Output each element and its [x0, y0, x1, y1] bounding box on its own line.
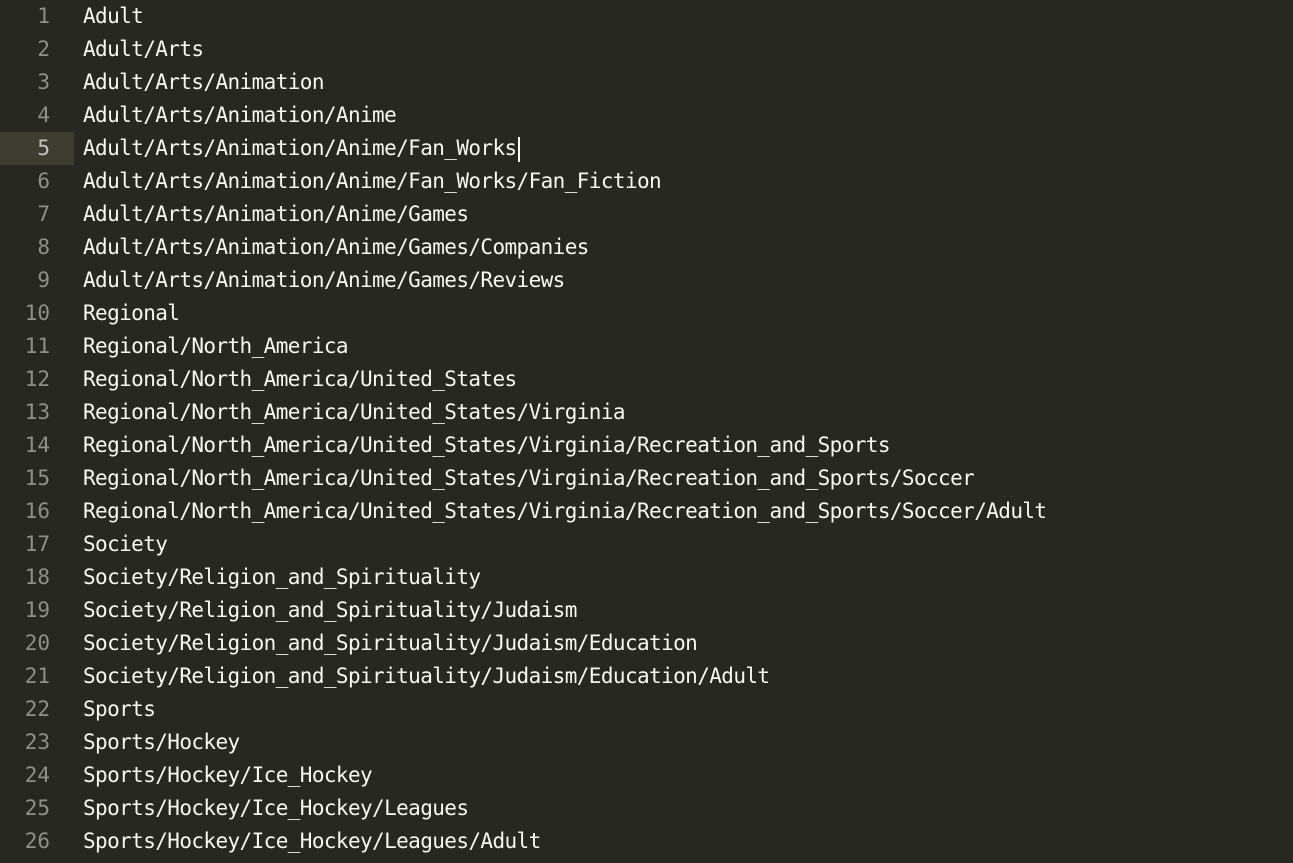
line-text[interactable]: Regional/North_America/United_States/Vir…: [83, 429, 890, 462]
line-text[interactable]: Adult/Arts/Animation/Anime/Games: [83, 198, 469, 231]
line-number: 23: [24, 730, 50, 754]
line-number: 17: [24, 532, 50, 556]
line-number: 8: [37, 235, 50, 259]
line-number: 9: [37, 268, 50, 292]
editor-line[interactable]: 26 Sports/Hockey/Ice_Hockey/Leagues/Adul…: [0, 825, 1293, 858]
line-text[interactable]: Regional/North_America/United_States/Vir…: [83, 396, 626, 429]
line-text[interactable]: Sports/Hockey/Ice_Hockey: [83, 759, 373, 792]
editor-line[interactable]: 11 Regional/North_America: [0, 330, 1293, 363]
line-number: 24: [24, 763, 50, 787]
line-text[interactable]: Society/Religion_and_Spirituality/Judais…: [83, 660, 770, 693]
line-text[interactable]: Adult/Arts/Animation/Anime: [83, 99, 397, 132]
editor-line[interactable]: 1 Adult: [0, 0, 1293, 33]
editor-line[interactable]: 21 Society/Religion_and_Spirituality/Jud…: [0, 660, 1293, 693]
code-editor[interactable]: 1 Adult 2 Adult/Arts 3 Adult/Arts/Animat…: [0, 0, 1293, 863]
line-number: 6: [37, 169, 50, 193]
line-number: 16: [24, 499, 50, 523]
line-text[interactable]: Sports: [83, 693, 156, 726]
line-text-content[interactable]: Adult/Arts/Animation/Anime/Fan_Works: [83, 136, 517, 160]
line-number: 13: [24, 400, 50, 424]
line-text[interactable]: Regional/North_America/United_States/Vir…: [83, 462, 975, 495]
editor-line[interactable]: 15 Regional/North_America/United_States/…: [0, 462, 1293, 495]
line-text[interactable]: Sports/Hockey/Ice_Hockey/Leagues: [83, 792, 469, 825]
line-number: 22: [24, 697, 50, 721]
line-text[interactable]: Adult/Arts: [83, 33, 204, 66]
line-number: 5: [0, 132, 74, 165]
line-number: 18: [24, 565, 50, 589]
line-number: 1: [37, 4, 50, 28]
editor-line-active[interactable]: 5 Adult/Arts/Animation/Anime/Fan_Works: [0, 132, 1293, 165]
editor-line[interactable]: 16 Regional/North_America/United_States/…: [0, 495, 1293, 528]
editor-line[interactable]: 8 Adult/Arts/Animation/Anime/Games/Compa…: [0, 231, 1293, 264]
editor-line[interactable]: 13 Regional/North_America/United_States/…: [0, 396, 1293, 429]
line-text[interactable]: Regional: [83, 297, 180, 330]
editor-line[interactable]: 2 Adult/Arts: [0, 33, 1293, 66]
line-number: 2: [37, 37, 50, 61]
line-text[interactable]: Sports/Hockey: [83, 726, 240, 759]
editor-line[interactable]: 24 Sports/Hockey/Ice_Hockey: [0, 759, 1293, 792]
line-text[interactable]: Sports/Hockey/Ice_Hockey/Leagues/Adult: [83, 825, 541, 858]
editor-line[interactable]: 23 Sports/Hockey: [0, 726, 1293, 759]
editor-line[interactable]: 25 Sports/Hockey/Ice_Hockey/Leagues: [0, 792, 1293, 825]
line-text[interactable]: Regional/North_America/United_States: [83, 363, 517, 396]
line-number: 15: [24, 466, 50, 490]
editor-line[interactable]: 3 Adult/Arts/Animation: [0, 66, 1293, 99]
line-text[interactable]: Regional/North_America/United_States/Vir…: [83, 495, 1047, 528]
editor-line[interactable]: 6 Adult/Arts/Animation/Anime/Fan_Works/F…: [0, 165, 1293, 198]
line-text[interactable]: Adult/Arts/Animation/Anime/Fan_Works/Fan…: [83, 165, 662, 198]
line-number: 4: [37, 103, 50, 127]
line-text[interactable]: Society/Religion_and_Spirituality/Judais…: [83, 594, 577, 627]
editor-line[interactable]: 17 Society: [0, 528, 1293, 561]
line-text[interactable]: Society/Religion_and_Spirituality/Judais…: [83, 627, 698, 660]
editor-line[interactable]: 18 Society/Religion_and_Spirituality: [0, 561, 1293, 594]
editor-line[interactable]: 9 Adult/Arts/Animation/Anime/Games/Revie…: [0, 264, 1293, 297]
editor-line[interactable]: 19 Society/Religion_and_Spirituality/Jud…: [0, 594, 1293, 627]
line-text[interactable]: Society: [83, 528, 168, 561]
line-number: 10: [24, 301, 50, 325]
line-text[interactable]: Regional/North_America: [83, 330, 349, 363]
editor-line[interactable]: 22 Sports: [0, 693, 1293, 726]
editor-line[interactable]: 14 Regional/North_America/United_States/…: [0, 429, 1293, 462]
editor-line[interactable]: 12 Regional/North_America/United_States: [0, 363, 1293, 396]
line-text[interactable]: Adult/Arts/Animation/Anime/Games/Compani…: [83, 231, 589, 264]
line-text[interactable]: Adult: [83, 0, 144, 33]
editor-line[interactable]: 4 Adult/Arts/Animation/Anime: [0, 99, 1293, 132]
line-number: 11: [24, 334, 50, 358]
line-number: 12: [24, 367, 50, 391]
line-text[interactable]: Adult/Arts/Animation: [83, 66, 324, 99]
editor-line[interactable]: 10 Regional: [0, 297, 1293, 330]
line-number: 25: [24, 796, 50, 820]
line-number: 19: [24, 598, 50, 622]
line-number: 14: [24, 433, 50, 457]
editor-line[interactable]: 20 Society/Religion_and_Spirituality/Jud…: [0, 627, 1293, 660]
editor-line[interactable]: 7 Adult/Arts/Animation/Anime/Games: [0, 198, 1293, 231]
line-number: 20: [24, 631, 50, 655]
line-text[interactable]: Adult/Arts/Animation/Anime/Fan_Works: [83, 132, 520, 165]
line-text[interactable]: Adult/Arts/Animation/Anime/Games/Reviews: [83, 264, 565, 297]
line-number: 26: [24, 829, 50, 853]
line-number: 7: [37, 202, 50, 226]
line-text[interactable]: Society/Religion_and_Spirituality: [83, 561, 481, 594]
line-number: 3: [37, 70, 50, 94]
line-number: 21: [24, 664, 50, 688]
text-cursor: [517, 136, 520, 162]
